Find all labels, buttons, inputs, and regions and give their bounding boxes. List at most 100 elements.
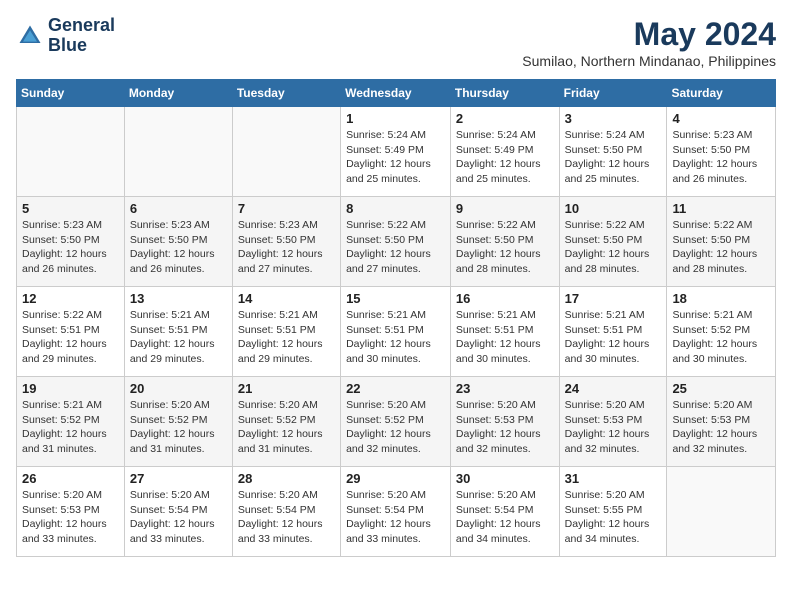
- calendar-cell: 1 Sunrise: 5:24 AM Sunset: 5:49 PM Daylig…: [341, 107, 451, 197]
- day-number: 5: [22, 201, 119, 216]
- day-info: Sunrise: 5:20 AM Sunset: 5:52 PM Dayligh…: [238, 398, 335, 457]
- day-info: Sunrise: 5:23 AM Sunset: 5:50 PM Dayligh…: [672, 128, 770, 187]
- calendar-cell: 31 Sunrise: 5:20 AM Sunset: 5:55 PM Dayli…: [559, 467, 667, 557]
- calendar-cell: 20Sunrise: 5:20 AM Sunset: 5:52 PM Dayli…: [124, 377, 232, 467]
- day-number: 23: [456, 381, 554, 396]
- day-number: 4: [672, 111, 770, 126]
- day-info: Sunrise: 5:22 AM Sunset: 5:51 PM Dayligh…: [22, 308, 119, 367]
- calendar-cell: 26 Sunrise: 5:20 AM Sunset: 5:53 PM Dayli…: [17, 467, 125, 557]
- day-number: 13: [130, 291, 227, 306]
- weekday-header-sunday: Sunday: [17, 80, 125, 107]
- calendar-cell: 19 Sunrise: 5:21 AM Sunset: 5:52 PM Dayli…: [17, 377, 125, 467]
- day-info: Sunrise: 5:24 AM Sunset: 5:50 PM Dayligh…: [565, 128, 662, 187]
- calendar-cell: 4 Sunrise: 5:23 AM Sunset: 5:50 PM Daylig…: [667, 107, 776, 197]
- page-header: General Blue May 2024 Sumilao, Northern …: [16, 16, 776, 69]
- day-number: 28: [238, 471, 335, 486]
- day-number: 26: [22, 471, 119, 486]
- day-number: 22: [346, 381, 445, 396]
- day-number: 31: [565, 471, 662, 486]
- day-info: Sunrise: 5:21 AM Sunset: 5:52 PM Dayligh…: [22, 398, 119, 457]
- day-info: Sunrise: 5:24 AM Sunset: 5:49 PM Dayligh…: [456, 128, 554, 187]
- day-info: Sunrise: 5:21 AM Sunset: 5:51 PM Dayligh…: [346, 308, 445, 367]
- calendar-cell: 15 Sunrise: 5:21 AM Sunset: 5:51 PM Dayli…: [341, 287, 451, 377]
- day-number: 3: [565, 111, 662, 126]
- day-info: Sunrise: 5:20 AM Sunset: 5:52 PM Dayligh…: [346, 398, 445, 457]
- day-info: Sunrise: 5:23 AM Sunset: 5:50 PM Dayligh…: [22, 218, 119, 277]
- day-info: Sunrise: 5:24 AM Sunset: 5:49 PM Dayligh…: [346, 128, 445, 187]
- day-info: Sunrise: 5:22 AM Sunset: 5:50 PM Dayligh…: [456, 218, 554, 277]
- day-info: Sunrise: 5:21 AM Sunset: 5:51 PM Dayligh…: [456, 308, 554, 367]
- title-area: May 2024 Sumilao, Northern Mindanao, Phi…: [522, 16, 776, 69]
- day-number: 1: [346, 111, 445, 126]
- day-info: Sunrise: 5:20 AM Sunset: 5:53 PM Dayligh…: [565, 398, 662, 457]
- day-info: Sunrise: 5:20 AM Sunset: 5:54 PM Dayligh…: [346, 488, 445, 547]
- calendar-cell: 24 Sunrise: 5:20 AM Sunset: 5:53 PM Dayli…: [559, 377, 667, 467]
- day-number: 7: [238, 201, 335, 216]
- day-info: Sunrise: 5:21 AM Sunset: 5:51 PM Dayligh…: [238, 308, 335, 367]
- day-number: 19: [22, 381, 119, 396]
- day-number: 8: [346, 201, 445, 216]
- calendar-cell: 13 Sunrise: 5:21 AM Sunset: 5:51 PM Dayli…: [124, 287, 232, 377]
- calendar-cell: [667, 467, 776, 557]
- weekday-header-row: SundayMondayTuesdayWednesdayThursdayFrid…: [17, 80, 776, 107]
- calendar-cell: [232, 107, 340, 197]
- weekday-header-saturday: Saturday: [667, 80, 776, 107]
- logo: General Blue: [16, 16, 115, 56]
- calendar-cell: 11 Sunrise: 5:22 AM Sunset: 5:50 PM Dayli…: [667, 197, 776, 287]
- day-info: Sunrise: 5:23 AM Sunset: 5:50 PM Dayligh…: [130, 218, 227, 277]
- calendar-cell: 25 Sunrise: 5:20 AM Sunset: 5:53 PM Dayli…: [667, 377, 776, 467]
- day-info: Sunrise: 5:21 AM Sunset: 5:51 PM Dayligh…: [130, 308, 227, 367]
- day-info: Sunrise: 5:23 AM Sunset: 5:50 PM Dayligh…: [238, 218, 335, 277]
- calendar-cell: [17, 107, 125, 197]
- calendar-cell: 23 Sunrise: 5:20 AM Sunset: 5:53 PM Dayli…: [450, 377, 559, 467]
- day-info: Sunrise: 5:20 AM Sunset: 5:55 PM Dayligh…: [565, 488, 662, 547]
- day-number: 16: [456, 291, 554, 306]
- day-info: Sunrise: 5:20 AM Sunset: 5:54 PM Dayligh…: [456, 488, 554, 547]
- month-year-title: May 2024: [522, 16, 776, 53]
- day-info: Sunrise: 5:20 AM Sunset: 5:53 PM Dayligh…: [22, 488, 119, 547]
- calendar-week-row: 26 Sunrise: 5:20 AM Sunset: 5:53 PM Dayli…: [17, 467, 776, 557]
- day-info: Sunrise: 5:22 AM Sunset: 5:50 PM Dayligh…: [672, 218, 770, 277]
- calendar-cell: 18 Sunrise: 5:21 AM Sunset: 5:52 PM Dayli…: [667, 287, 776, 377]
- day-number: 29: [346, 471, 445, 486]
- weekday-header-monday: Monday: [124, 80, 232, 107]
- day-info: Sunrise: 5:21 AM Sunset: 5:51 PM Dayligh…: [565, 308, 662, 367]
- day-number: 21: [238, 381, 335, 396]
- weekday-header-friday: Friday: [559, 80, 667, 107]
- calendar-week-row: 5 Sunrise: 5:23 AM Sunset: 5:50 PM Daylig…: [17, 197, 776, 287]
- day-info: Sunrise: 5:20 AM Sunset: 5:54 PM Dayligh…: [130, 488, 227, 547]
- calendar-week-row: 12Sunrise: 5:22 AM Sunset: 5:51 PM Dayli…: [17, 287, 776, 377]
- day-number: 15: [346, 291, 445, 306]
- calendar-cell: 9 Sunrise: 5:22 AM Sunset: 5:50 PM Daylig…: [450, 197, 559, 287]
- calendar-cell: 16 Sunrise: 5:21 AM Sunset: 5:51 PM Dayli…: [450, 287, 559, 377]
- calendar-cell: 3 Sunrise: 5:24 AM Sunset: 5:50 PM Daylig…: [559, 107, 667, 197]
- day-number: 11: [672, 201, 770, 216]
- weekday-header-thursday: Thursday: [450, 80, 559, 107]
- day-number: 18: [672, 291, 770, 306]
- day-number: 27: [130, 471, 227, 486]
- calendar-cell: 21 Sunrise: 5:20 AM Sunset: 5:52 PM Dayli…: [232, 377, 340, 467]
- day-number: 17: [565, 291, 662, 306]
- day-number: 2: [456, 111, 554, 126]
- day-info: Sunrise: 5:22 AM Sunset: 5:50 PM Dayligh…: [565, 218, 662, 277]
- calendar-cell: 28Sunrise: 5:20 AM Sunset: 5:54 PM Dayli…: [232, 467, 340, 557]
- calendar-cell: 27 Sunrise: 5:20 AM Sunset: 5:54 PM Dayli…: [124, 467, 232, 557]
- logo-text: General Blue: [48, 16, 115, 56]
- calendar-week-row: 1 Sunrise: 5:24 AM Sunset: 5:49 PM Daylig…: [17, 107, 776, 197]
- calendar-week-row: 19 Sunrise: 5:21 AM Sunset: 5:52 PM Dayli…: [17, 377, 776, 467]
- logo-icon: [16, 22, 44, 50]
- day-number: 30: [456, 471, 554, 486]
- weekday-header-tuesday: Tuesday: [232, 80, 340, 107]
- day-number: 14: [238, 291, 335, 306]
- calendar-table: SundayMondayTuesdayWednesdayThursdayFrid…: [16, 79, 776, 557]
- calendar-cell: 29 Sunrise: 5:20 AM Sunset: 5:54 PM Dayli…: [341, 467, 451, 557]
- calendar-cell: 2 Sunrise: 5:24 AM Sunset: 5:49 PM Daylig…: [450, 107, 559, 197]
- day-info: Sunrise: 5:21 AM Sunset: 5:52 PM Dayligh…: [672, 308, 770, 367]
- calendar-cell: 8Sunrise: 5:22 AM Sunset: 5:50 PM Daylig…: [341, 197, 451, 287]
- day-info: Sunrise: 5:20 AM Sunset: 5:53 PM Dayligh…: [456, 398, 554, 457]
- day-number: 25: [672, 381, 770, 396]
- day-number: 24: [565, 381, 662, 396]
- location-subtitle: Sumilao, Northern Mindanao, Philippines: [522, 53, 776, 69]
- day-info: Sunrise: 5:20 AM Sunset: 5:53 PM Dayligh…: [672, 398, 770, 457]
- day-number: 9: [456, 201, 554, 216]
